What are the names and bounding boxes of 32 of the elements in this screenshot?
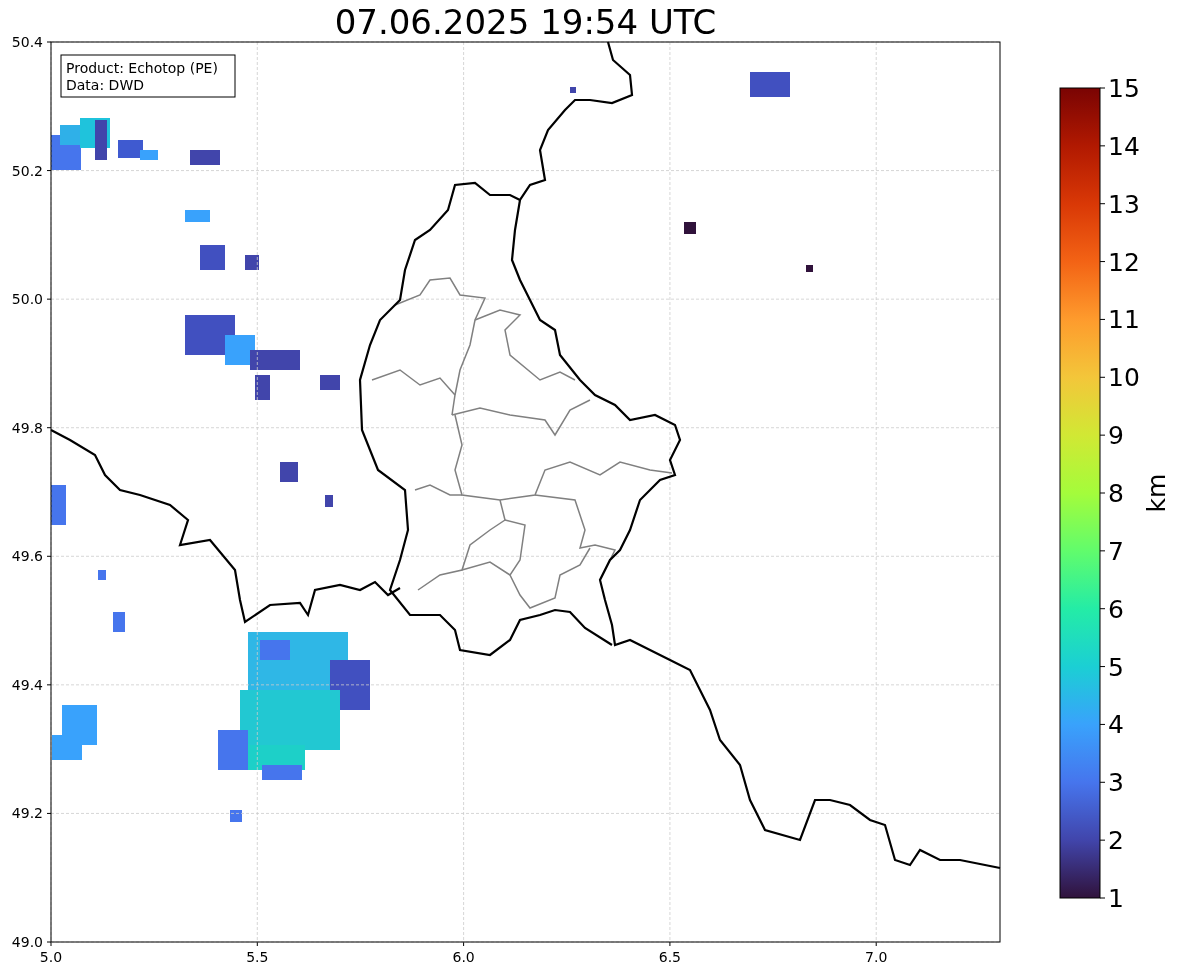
- colorbar-tick-label: 11: [1108, 305, 1140, 335]
- colorbar-tick-label: 14: [1108, 131, 1140, 161]
- colorbar-tick-label: 8: [1108, 479, 1124, 508]
- colorbar-tick-label: 2: [1108, 826, 1124, 856]
- plot-title: 07.06.2025 19:54 UTC: [334, 2, 717, 42]
- colorbar-tick-label: 1: [1108, 884, 1124, 913]
- y-tick-label: 50.2: [11, 162, 43, 179]
- x-tick-label: 5.0: [39, 949, 63, 965]
- y-tick-label: 50.0: [11, 291, 43, 308]
- colorbar-tick-label: 6: [1108, 594, 1124, 624]
- y-tick-label: 49.8: [11, 419, 43, 436]
- y-tick-label: 50.4: [11, 34, 43, 50]
- x-tick-label: 6.5: [658, 949, 682, 965]
- colorbar-tick-label: 10: [1108, 363, 1140, 393]
- info-text: Product: Echotop (PE): [66, 60, 218, 76]
- y-tick-label: 49.6: [11, 548, 43, 565]
- colorbar-tick-label: 12: [1108, 247, 1140, 277]
- colorbar-tick-label: 3: [1108, 768, 1124, 798]
- y-tick-label: 49.4: [11, 676, 43, 693]
- colorbar-tick-label: 13: [1108, 189, 1140, 219]
- y-tick-label: 49.2: [11, 805, 43, 822]
- colorbar-tick-label: 9: [1108, 421, 1124, 451]
- colorbar-tick-label: 4: [1108, 710, 1124, 740]
- info-text: Data: DWD: [66, 77, 144, 93]
- colorbar-tick-label: 5: [1108, 652, 1124, 682]
- x-tick-label: 5.5: [246, 949, 269, 965]
- y-tick-label: 49.0: [11, 934, 43, 950]
- colorbar-label: km: [1142, 473, 1171, 513]
- x-tick-label: 6.0: [452, 949, 475, 965]
- colorbar-tick-label: 15: [1108, 74, 1140, 103]
- x-tick-label: 7.0: [865, 949, 888, 965]
- colorbar-tick-label: 7: [1108, 536, 1124, 566]
